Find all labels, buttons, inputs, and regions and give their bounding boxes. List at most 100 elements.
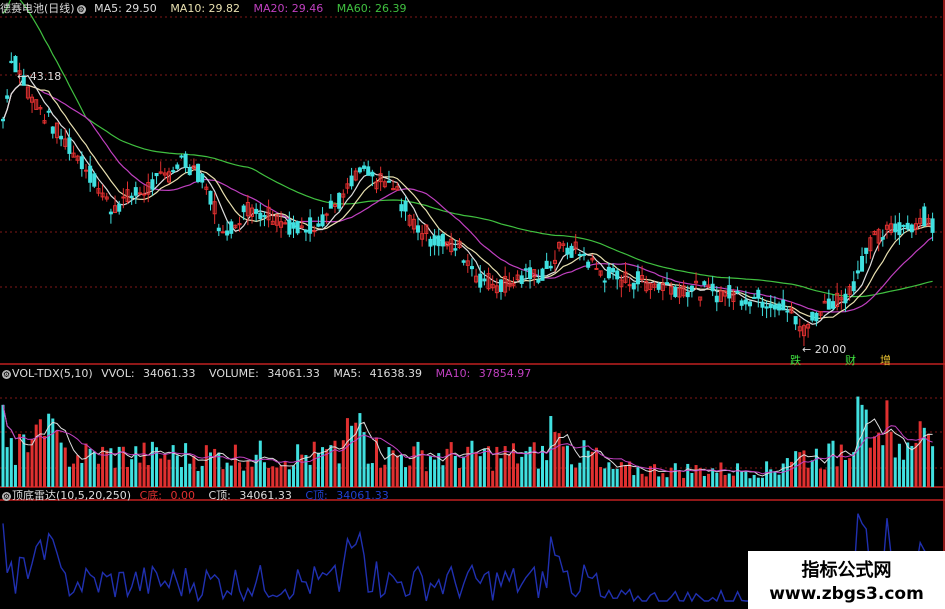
volume-bar (142, 442, 146, 487)
marker-die[interactable]: 跌 (790, 352, 801, 368)
volume-bar (379, 467, 383, 487)
vol-ma5-value: 41638.39 (369, 367, 423, 380)
volume-bar (873, 436, 876, 487)
volume-bar (715, 472, 719, 487)
volume-bars (1, 396, 935, 487)
volume-bar (43, 435, 46, 487)
volume-bar (312, 441, 316, 487)
volume-bar (868, 447, 872, 487)
volume-bar (677, 470, 681, 487)
candle-body (635, 271, 640, 285)
ma20-line (2, 84, 933, 313)
marker-cai[interactable]: 财 (845, 352, 856, 368)
volume-bar (752, 474, 756, 487)
volume-bar (756, 477, 760, 487)
volume-bar (565, 445, 569, 487)
volume-bar (839, 444, 843, 487)
volume-bar (458, 467, 461, 487)
candle-body (175, 164, 180, 169)
candle-body (291, 222, 296, 229)
stock-title[interactable]: 德赛电池(日线) (0, 2, 75, 15)
volume-bar (744, 471, 748, 487)
settings-icon[interactable]: ⚙ (2, 369, 11, 379)
low-price-value: 20.00 (814, 343, 847, 356)
volume-bar (238, 462, 242, 487)
c-top-label: C顶: 34061.33 (208, 489, 296, 502)
volume-bar (727, 473, 731, 487)
candle-body (689, 285, 694, 292)
volume-bar (258, 440, 262, 487)
volume-label: VOLUME: 34061.33 (209, 367, 325, 380)
candle-body (768, 303, 773, 309)
volume-bar (827, 443, 831, 487)
watermark-line2: www.zbgs3.com (769, 584, 924, 604)
volume-bar (163, 454, 167, 487)
volume-bar (345, 418, 349, 487)
volume-bar (350, 425, 354, 487)
volume-bar (694, 465, 698, 487)
candle-body (208, 190, 213, 205)
ma10-value: 29.82 (208, 2, 241, 15)
vol-ma10-value: 37854.97 (478, 367, 532, 380)
volume-bar (578, 462, 582, 487)
candle-body (909, 224, 914, 233)
candle-body (582, 253, 586, 256)
radar-title[interactable]: 顶底雷达(10,5,20,250) (12, 489, 131, 502)
chart-canvas (0, 0, 945, 609)
volume-bar (864, 409, 868, 487)
volume-bar (503, 446, 507, 487)
volume-key: VOLUME: (209, 367, 259, 380)
candle-body (528, 267, 533, 280)
candle-body (673, 286, 678, 297)
marker-zeng[interactable]: 增 (880, 352, 891, 368)
candle-body (469, 266, 474, 270)
candle-body (399, 204, 404, 212)
volume-bar (391, 450, 395, 487)
volume-panel-header: ⚙ VOL-TDX(5,10) VVOL: 34061.33 VOLUME: 34… (0, 367, 541, 381)
candle-body (905, 222, 910, 230)
volume-bar (126, 466, 129, 487)
ma10-line (2, 84, 933, 320)
candle-body (121, 196, 126, 199)
volume-bar (72, 463, 76, 487)
volume-bar (885, 400, 889, 487)
c-top-key: C顶: (208, 489, 231, 502)
candle-body (631, 282, 636, 290)
candle-body (258, 212, 263, 220)
candle-body (150, 179, 155, 190)
volume-bar (204, 445, 208, 487)
volume-bar (370, 463, 374, 487)
volume-bar (304, 455, 308, 487)
candle-body (930, 218, 935, 233)
candle-body (685, 292, 690, 298)
candle-body (129, 195, 134, 198)
volume-bar (113, 467, 117, 487)
candle-body (764, 306, 769, 309)
candle-body (316, 223, 321, 227)
volume-bar (773, 471, 777, 487)
settings-icon[interactable]: ⚙ (76, 4, 86, 14)
volume-bar (47, 413, 51, 487)
volume-bar (561, 446, 565, 487)
volume-bar (337, 463, 341, 487)
ma20-value: 29.46 (291, 2, 324, 15)
volume-bar (785, 458, 789, 487)
ma60-label: MA60: 26.39 (336, 2, 407, 15)
candle-body (611, 268, 616, 273)
volume-bar (806, 467, 810, 487)
volume-bar (910, 445, 914, 487)
candle-body (370, 171, 375, 177)
watermark-line1: 指标公式网 (801, 560, 892, 581)
volume-bar (736, 463, 740, 487)
settings-icon[interactable]: ⚙ (2, 491, 11, 501)
volume-bar (914, 442, 918, 487)
candle-body (84, 169, 88, 172)
candle-body (864, 247, 869, 254)
volume-bar (665, 477, 669, 487)
candle-body (710, 283, 715, 292)
volume-title[interactable]: VOL-TDX(5,10) (12, 367, 93, 380)
candle-body (362, 165, 367, 169)
volume-bar (146, 465, 150, 487)
volume-bar (831, 440, 835, 487)
candle-body (602, 280, 607, 283)
